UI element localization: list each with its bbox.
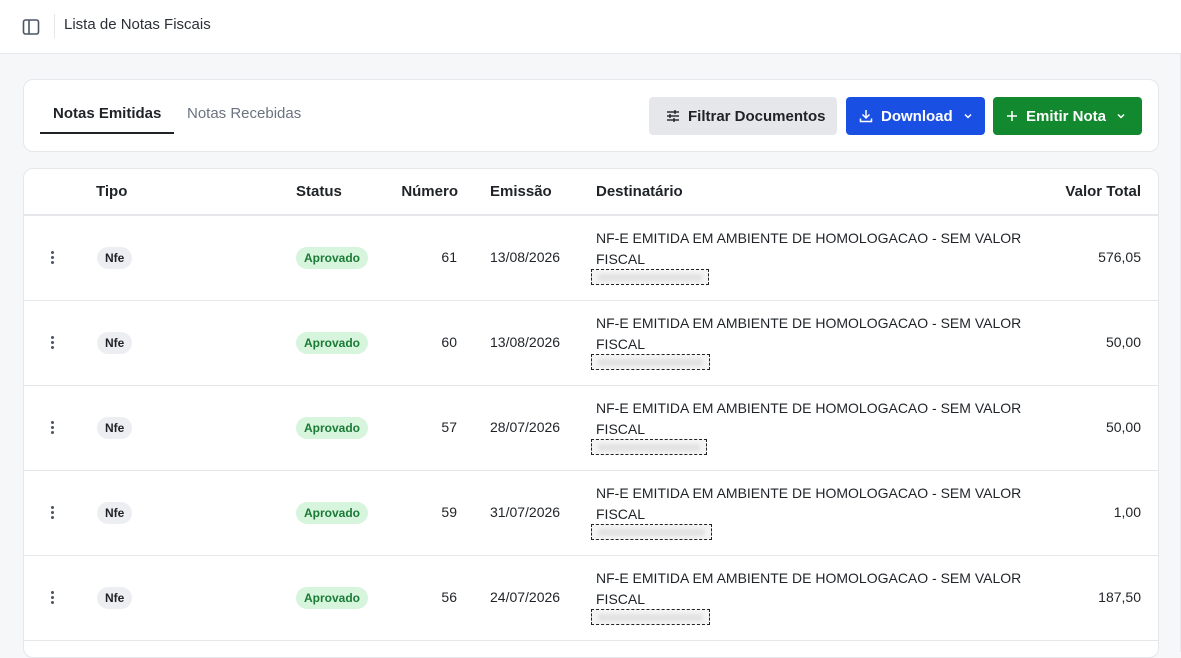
row-menu-icon[interactable] bbox=[46, 251, 58, 267]
redacted-field bbox=[591, 269, 709, 285]
emissao-cell: 13/08/2026 bbox=[490, 334, 561, 350]
plus-icon bbox=[1007, 111, 1017, 121]
destinatario-cell: NF-E EMITIDA EM AMBIENTE DE HOMOLOGACAO … bbox=[596, 315, 1022, 352]
valor-total-cell: 50,00 bbox=[1105, 334, 1141, 350]
emissao-cell: 31/07/2026 bbox=[490, 504, 561, 520]
column-header-destinatario[interactable]: Destinatário bbox=[596, 183, 683, 200]
tab-notas-emitidas[interactable]: Notas Emitidas bbox=[39, 105, 175, 134]
destinatario-cell: NF-E EMITIDA EM AMBIENTE DE HOMOLOGACAO … bbox=[596, 400, 1022, 437]
table-row[interactable]: Nfe Aprovado 60 13/08/2026 NF-E EMITIDA … bbox=[24, 301, 1158, 386]
chevron-down-icon bbox=[964, 113, 972, 119]
numero-cell: 60 bbox=[441, 334, 457, 350]
filter-sliders-icon bbox=[667, 110, 679, 122]
row-menu-icon[interactable] bbox=[46, 506, 58, 522]
topbar-divider bbox=[54, 14, 55, 38]
top-bar: Lista de Notas Fiscais bbox=[0, 0, 1181, 54]
valor-total-cell: 1,00 bbox=[1113, 504, 1141, 520]
filter-documents-label: Filtrar Documentos bbox=[688, 107, 826, 125]
tipo-badge: Nfe bbox=[97, 502, 133, 524]
download-icon bbox=[859, 110, 873, 123]
column-header-numero[interactable]: Número bbox=[401, 183, 458, 200]
table-row[interactable]: Nfe Aprovado 61 13/08/2026 NF-E EMITIDA … bbox=[24, 216, 1158, 301]
valor-total-cell: 187,50 bbox=[1098, 589, 1141, 605]
emissao-cell: 28/07/2026 bbox=[490, 419, 561, 435]
status-badge: Aprovado bbox=[296, 587, 369, 609]
download-label: Download bbox=[881, 107, 953, 125]
numero-cell: 59 bbox=[441, 504, 457, 520]
destinatario-cell: NF-E EMITIDA EM AMBIENTE DE HOMOLOGACAO … bbox=[596, 485, 1022, 522]
row-menu-icon[interactable] bbox=[46, 421, 58, 437]
numero-cell: 56 bbox=[441, 589, 457, 605]
emissao-cell: 13/08/2026 bbox=[490, 249, 561, 265]
download-button[interactable]: Download bbox=[846, 97, 985, 135]
tipo-badge: Nfe bbox=[97, 587, 133, 609]
table-row[interactable]: Nfe Aprovado 56 24/07/2026 NF-E EMITIDA … bbox=[24, 556, 1158, 641]
numero-cell: 61 bbox=[441, 249, 457, 265]
row-menu-icon[interactable] bbox=[46, 336, 58, 352]
emitir-nota-button[interactable]: Emitir Nota bbox=[993, 97, 1142, 135]
column-header-status[interactable]: Status bbox=[296, 183, 342, 200]
tab-notas-recebidas[interactable]: Notas Recebidas bbox=[187, 105, 301, 122]
status-badge: Aprovado bbox=[296, 417, 369, 439]
column-header-emissao[interactable]: Emissão bbox=[490, 183, 552, 200]
toolbar-card: Notas Emitidas Notas Recebidas Filtrar D… bbox=[23, 79, 1159, 152]
column-header-tipo[interactable]: Tipo bbox=[96, 183, 127, 200]
emissao-cell: 24/07/2026 bbox=[490, 589, 561, 605]
valor-total-cell: 50,00 bbox=[1105, 419, 1141, 435]
redacted-field bbox=[591, 354, 710, 370]
chevron-down-icon bbox=[1117, 113, 1125, 119]
valor-total-cell: 576,05 bbox=[1098, 249, 1141, 265]
destinatario-cell: NF-E EMITIDA EM AMBIENTE DE HOMOLOGACAO … bbox=[596, 230, 1022, 267]
tipo-badge: Nfe bbox=[97, 247, 133, 269]
table-header: Tipo Status Número Emissão Destinatário … bbox=[24, 169, 1158, 216]
tipo-badge: Nfe bbox=[97, 417, 133, 439]
redacted-field bbox=[591, 439, 707, 455]
filter-documents-button[interactable]: Filtrar Documentos bbox=[649, 97, 837, 135]
status-badge: Aprovado bbox=[296, 247, 369, 269]
redacted-field bbox=[591, 524, 712, 540]
invoices-table: Tipo Status Número Emissão Destinatário … bbox=[23, 168, 1159, 658]
sidebar-panel-icon[interactable] bbox=[21, 17, 41, 37]
table-row[interactable]: Nfe Aprovado 57 28/07/2026 NF-E EMITIDA … bbox=[24, 386, 1158, 471]
tipo-badge: Nfe bbox=[97, 332, 133, 354]
row-menu-icon[interactable] bbox=[46, 591, 58, 607]
page-title: Lista de Notas Fiscais bbox=[64, 16, 211, 33]
numero-cell: 57 bbox=[441, 419, 457, 435]
redacted-field bbox=[591, 609, 710, 625]
status-badge: Aprovado bbox=[296, 332, 369, 354]
status-badge: Aprovado bbox=[296, 502, 369, 524]
destinatario-cell: NF-E EMITIDA EM AMBIENTE DE HOMOLOGACAO … bbox=[596, 570, 1022, 607]
column-header-valor-total[interactable]: Valor Total bbox=[1065, 183, 1141, 200]
emitir-nota-label: Emitir Nota bbox=[1026, 107, 1107, 125]
table-row[interactable]: Nfe Aprovado 59 31/07/2026 NF-E EMITIDA … bbox=[24, 471, 1158, 556]
